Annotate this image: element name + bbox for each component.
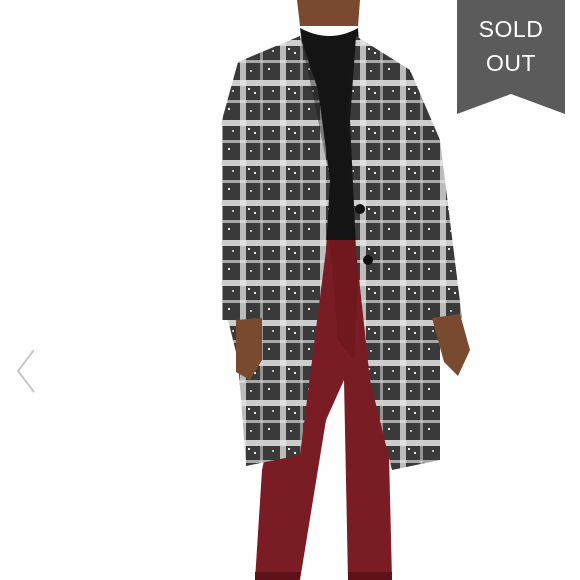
badge-line-out: OUT bbox=[485, 50, 537, 76]
badge-line-sold: SOLD bbox=[478, 16, 544, 42]
chevron-left-icon[interactable] bbox=[12, 346, 42, 396]
sold-out-badge: SOLD OUT bbox=[457, 0, 565, 114]
sold-out-label: SOLD OUT bbox=[457, 12, 565, 80]
product-image-viewer: SOLD OUT bbox=[0, 0, 580, 580]
